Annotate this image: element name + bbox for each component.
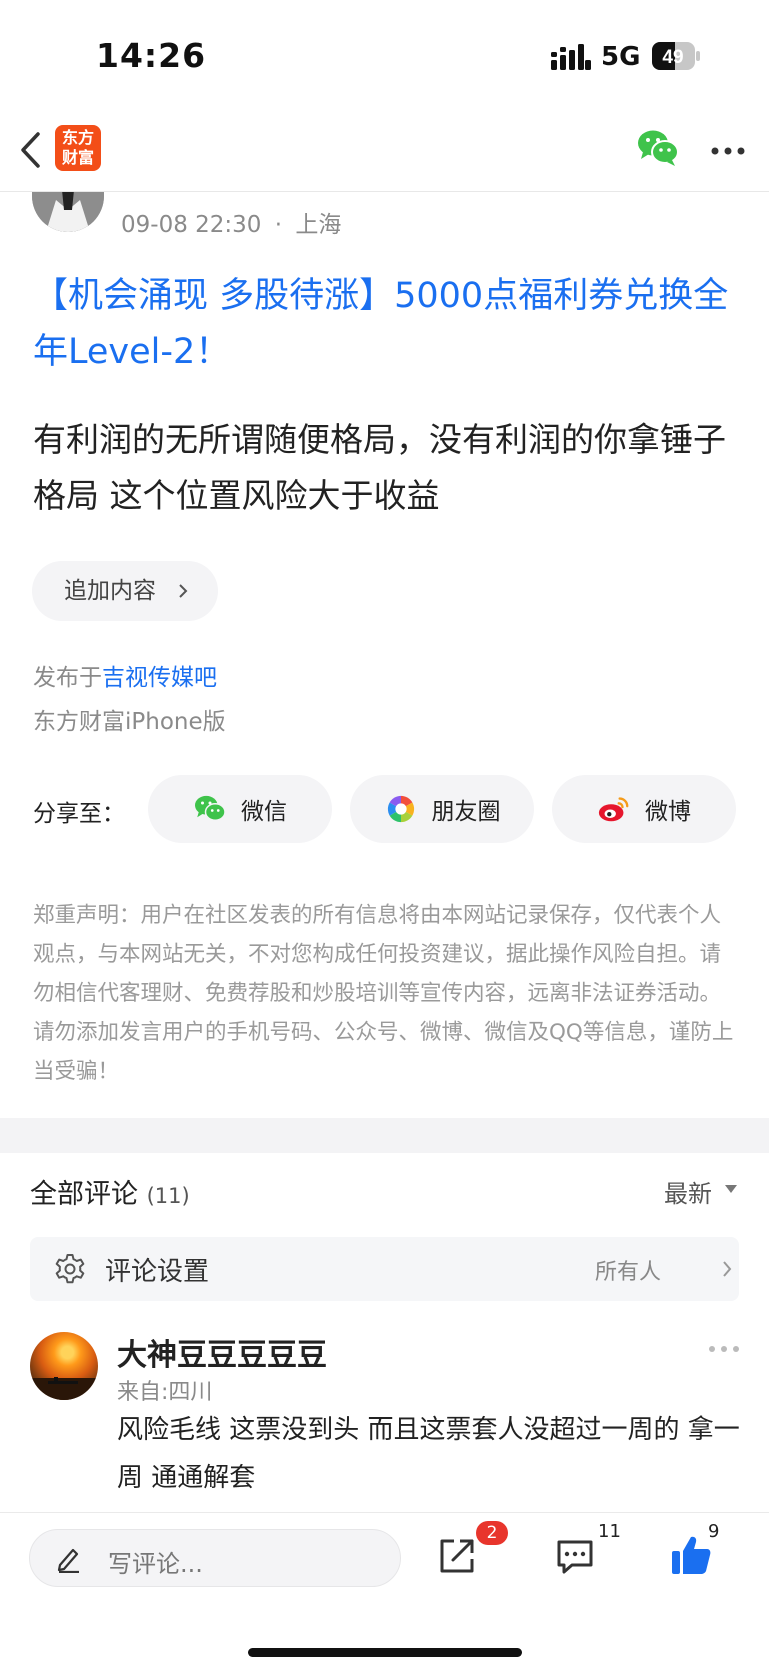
status-time: 14:26 <box>96 36 207 75</box>
comment-settings-value: 所有人 <box>595 1260 662 1285</box>
thumbs-up-icon[interactable] <box>670 1534 712 1576</box>
weibo-icon <box>598 797 629 822</box>
status-bar: 14:26 5G 49 <box>0 0 769 110</box>
comments-header: 全部评论 (11) <box>30 1172 190 1211</box>
section-divider <box>0 1118 769 1153</box>
share-weibo-label: 微博 <box>645 799 691 825</box>
client-label: 东方财富iPhone版 <box>33 709 226 735</box>
battery-level: 49 <box>662 47 683 68</box>
commenter-avatar[interactable] <box>30 1332 98 1400</box>
moments-icon <box>387 795 414 823</box>
comment-settings-row[interactable]: 评论设置 所有人 <box>30 1237 739 1301</box>
sort-selector[interactable]: 最新 <box>664 1174 712 1209</box>
write-comment-input[interactable]: 写评论... <box>29 1529 401 1587</box>
comments-title: 全部评论 <box>30 1179 138 1210</box>
wechat-icon <box>195 795 226 821</box>
disclaimer-text: 郑重声明：用户在社区发表的所有信息将由本网站记录保存，仅代表个人观点，与本网站无… <box>33 903 734 1084</box>
home-indicator <box>248 1648 522 1657</box>
logo-line1: 东方 <box>61 128 94 147</box>
like-count: 9 <box>708 1521 720 1542</box>
wechat-share-icon[interactable] <box>636 128 680 168</box>
bottom-bar: 写评论... 2 11 9 <box>0 1512 769 1665</box>
post-title[interactable]: 【机会涌现 多股待涨】5000点福利券兑换全年Level-2！ <box>33 268 743 380</box>
battery-icon: 49 <box>652 42 700 70</box>
append-content-label: 追加内容 <box>64 578 156 604</box>
post-body: 有利润的无所谓随便格局，没有利润的你拿锤子格局 这个位置风险大于收益 <box>33 420 726 515</box>
nav-bar: 东方 财富 <box>0 110 769 192</box>
comment-icon[interactable] <box>556 1539 594 1575</box>
bar-link[interactable]: 吉视传媒吧 <box>102 665 217 691</box>
post-date: 09-08 22:30 <box>121 212 262 238</box>
share-wechat-button[interactable]: 微信 <box>148 775 332 843</box>
posted-in-prefix: 发布于 <box>33 665 102 691</box>
chevron-right-icon <box>179 584 188 598</box>
post-meta: 09-08 22:30 · 上海 <box>121 205 341 239</box>
share-moments-button[interactable]: 朋友圈 <box>350 775 534 843</box>
comment-more-icon[interactable] <box>708 1345 740 1353</box>
signal-icon <box>551 44 591 70</box>
app-logo: 东方 财富 <box>55 125 101 171</box>
more-icon[interactable] <box>710 146 746 156</box>
chevron-right-icon <box>723 1261 732 1277</box>
comments-count: (11) <box>146 1184 190 1208</box>
share-label: 分享至： <box>33 801 125 827</box>
share-weibo-button[interactable]: 微博 <box>552 775 736 843</box>
sunset-avatar-icon <box>30 1377 98 1400</box>
caret-down-icon[interactable] <box>724 1184 738 1194</box>
comment-count: 11 <box>598 1521 621 1542</box>
share-icon[interactable] <box>438 1537 476 1575</box>
commenter-location: 来自:四川 <box>117 1380 213 1405</box>
network-label: 5G <box>601 42 641 72</box>
share-badge: 2 <box>476 1521 508 1545</box>
post-location: 上海 <box>295 212 342 238</box>
share-moments-label: 朋友圈 <box>431 799 501 825</box>
append-content-button[interactable]: 追加内容 <box>32 561 218 621</box>
posted-in: 发布于吉视传媒吧 <box>33 658 217 692</box>
comment-text: 风险毛线 这票没到头 而且这票套人没超过一周的 拿一周 通通解套 <box>117 1415 740 1493</box>
comment-settings-label: 评论设置 <box>105 1257 210 1287</box>
write-comment-placeholder: 写评论... <box>108 1550 203 1578</box>
pencil-icon <box>57 1548 79 1573</box>
gear-icon <box>55 1254 85 1284</box>
commenter-name[interactable]: 大神豆豆豆豆豆 <box>117 1330 327 1374</box>
meta-separator: · <box>274 212 283 238</box>
share-wechat-label: 微信 <box>241 799 287 825</box>
back-icon[interactable] <box>18 130 44 170</box>
logo-line2: 财富 <box>61 148 94 167</box>
